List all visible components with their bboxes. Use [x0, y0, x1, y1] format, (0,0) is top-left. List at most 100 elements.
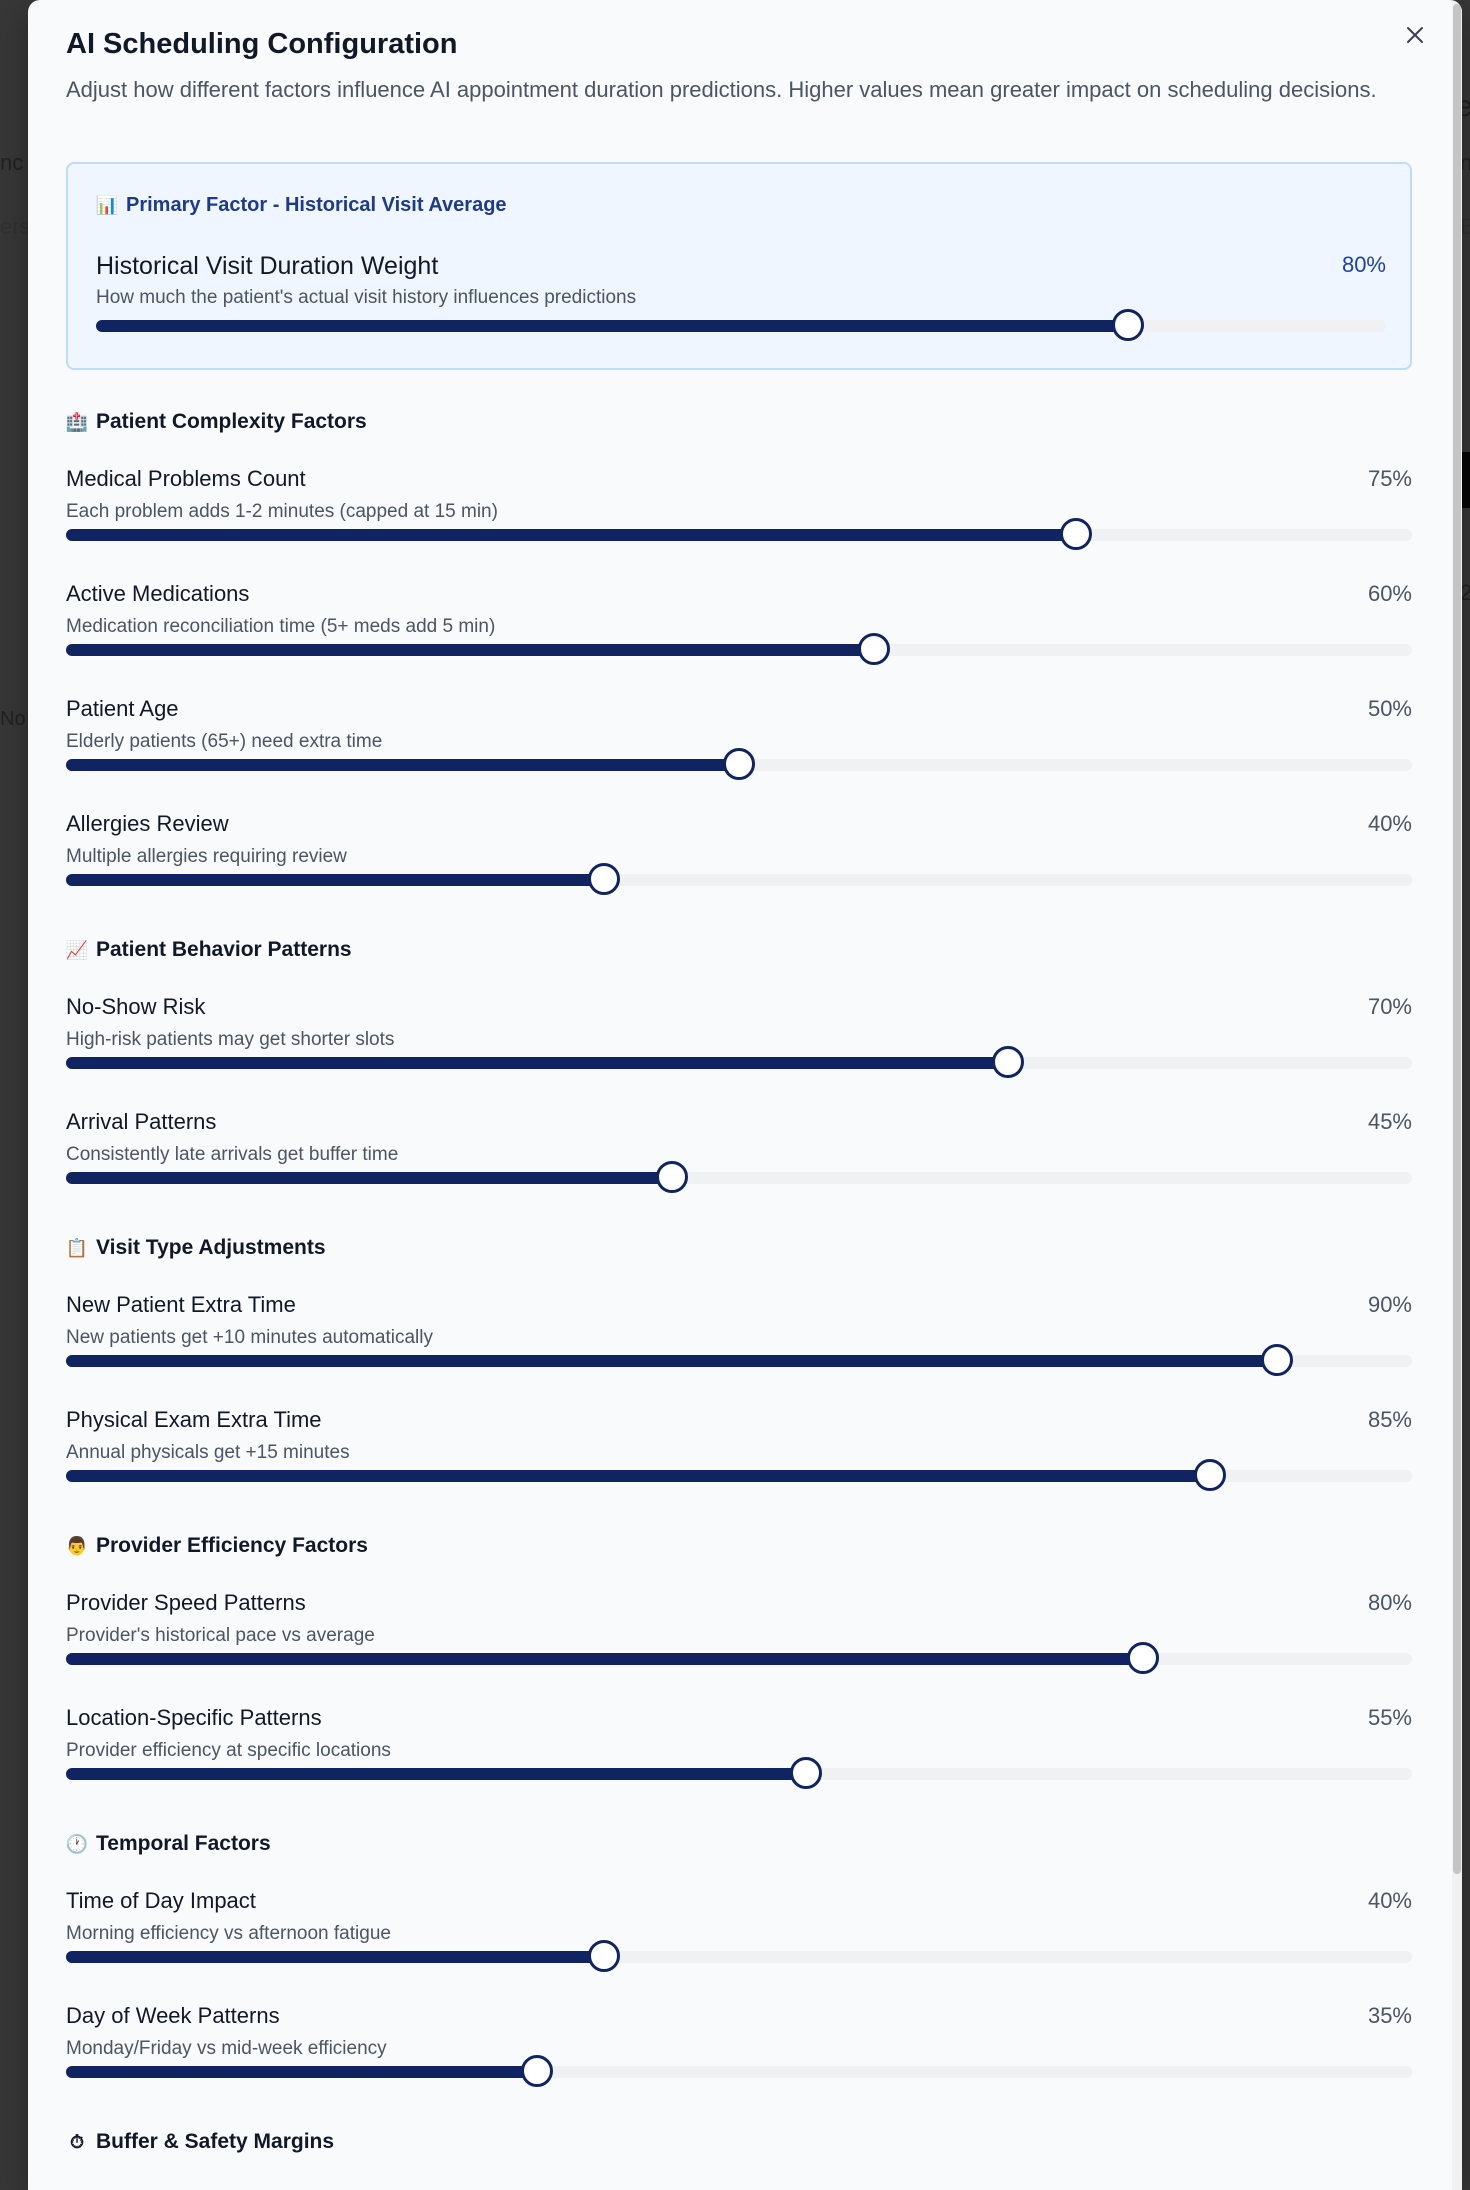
factor-name: Historical Visit Duration Weight — [96, 252, 439, 280]
slider-thumb[interactable] — [992, 1046, 1025, 1078]
section-title: Provider Efficiency Factors — [96, 1534, 368, 1557]
slider-fill — [66, 2066, 538, 2078]
slider-thumb[interactable] — [521, 2055, 554, 2087]
factor-name: Arrival Patterns — [66, 1109, 217, 1134]
slider-thumb[interactable] — [655, 1161, 688, 1193]
factor-allergies-review: Allergies Review 40% Multiple allergies … — [66, 811, 1412, 911]
factor-help: Monday/Friday vs mid-week efficiency — [66, 2038, 387, 2059]
factor-help: Consistently late arrivals get buffer ti… — [66, 1144, 399, 1165]
stopwatch-icon: ⏱ — [69, 2131, 85, 2153]
section-heading-buffer-safety: ⏱ Buffer & Safety Margins — [66, 2130, 334, 2154]
slider-fill — [66, 1653, 1143, 1665]
factor-help: Elderly patients (65+) need extra time — [66, 731, 383, 752]
bar-chart-icon: 📊 — [95, 195, 119, 216]
primary-factor-card: 📊 Primary Factor - Historical Visit Aver… — [66, 162, 1412, 370]
factor-value: 40% — [1367, 1888, 1412, 1913]
modal-scrollbar[interactable] — [1452, 0, 1462, 2190]
slider-fill — [66, 1470, 1211, 1482]
slider-thumb[interactable] — [1261, 1344, 1294, 1376]
slider-thumb[interactable] — [1126, 1642, 1159, 1674]
factor-value: 35% — [1367, 2003, 1412, 2028]
factor-value: 75% — [1367, 466, 1412, 491]
section-heading-patient-behavior: 📈 Patient Behavior Patterns — [66, 938, 352, 962]
section-title: Buffer & Safety Margins — [96, 2130, 335, 2153]
close-button[interactable] — [1398, 18, 1432, 52]
weight-slider[interactable] — [66, 1940, 1412, 1972]
slider-thumb[interactable] — [790, 1757, 823, 1789]
factor-value: 55% — [1367, 1705, 1412, 1730]
slider-fill — [66, 1768, 807, 1780]
factor-name: Patient Age — [66, 696, 179, 721]
weight-slider[interactable] — [66, 518, 1412, 550]
weight-slider[interactable] — [96, 309, 1386, 341]
slider-fill — [66, 759, 739, 771]
weight-slider[interactable] — [66, 633, 1412, 665]
factor-help: Medication reconciliation time (5+ meds … — [66, 616, 496, 637]
section-heading-temporal: 🕐 Temporal Factors — [66, 1832, 271, 1856]
weight-slider[interactable] — [66, 1046, 1412, 1078]
factor-day-of-week-patterns: Day of Week Patterns 35% Monday/Friday v… — [66, 2003, 1412, 2103]
factor-help: Annual physicals get +15 minutes — [66, 1442, 350, 1463]
section-title: Patient Behavior Patterns — [96, 938, 352, 961]
factor-name: No-Show Risk — [66, 994, 206, 1019]
close-icon — [1407, 27, 1423, 43]
factor-historical-visit-duration: Historical Visit Duration Weight 80% How… — [96, 252, 1386, 352]
section-title: Visit Type Adjustments — [96, 1236, 326, 1259]
factor-name: Medical Problems Count — [66, 466, 306, 491]
factor-time-of-day-impact: Time of Day Impact 40% Morning efficienc… — [66, 1888, 1412, 1988]
factor-physical-exam-extra-time: Physical Exam Extra Time 85% Annual phys… — [66, 1407, 1412, 1507]
weight-slider[interactable] — [66, 748, 1412, 780]
slider-thumb[interactable] — [723, 748, 755, 780]
weight-slider[interactable] — [66, 1642, 1412, 1674]
factor-help: Provider efficiency at specific location… — [66, 1740, 391, 1761]
weight-slider[interactable] — [66, 1459, 1412, 1491]
slider-fill — [66, 529, 1076, 541]
modal-title: AI Scheduling Configuration — [66, 28, 458, 60]
modal-description: Adjust how different factors influence A… — [66, 77, 1377, 102]
factor-name: Day of Week Patterns — [66, 2003, 280, 2028]
slider-thumb[interactable] — [588, 1940, 621, 1972]
hospital-icon: 🏥 — [65, 411, 89, 433]
factor-help: Multiple allergies requiring review — [66, 846, 347, 867]
slider-thumb[interactable] — [857, 633, 890, 665]
factor-help: High-risk patients may get shorter slots — [66, 1029, 395, 1050]
slider-fill — [96, 320, 1128, 332]
modal-scrollbar-thumb[interactable] — [1453, 4, 1461, 1874]
weight-slider[interactable] — [66, 1344, 1412, 1376]
weight-slider[interactable] — [66, 2055, 1412, 2087]
factor-value: 60% — [1367, 581, 1412, 606]
trend-chart-icon: 📈 — [65, 939, 89, 961]
factor-value: 80% — [1367, 1590, 1412, 1615]
factor-value: 80% — [1341, 252, 1386, 277]
weight-slider[interactable] — [66, 863, 1412, 895]
factor-active-medications: Active Medications 60% Medication reconc… — [66, 581, 1412, 681]
factor-no-show-risk: No-Show Risk 70% High-risk patients may … — [66, 994, 1412, 1094]
weight-slider[interactable] — [66, 1757, 1412, 1789]
slider-fill — [66, 644, 874, 656]
factor-value: 85% — [1367, 1407, 1412, 1432]
slider-thumb[interactable] — [1112, 309, 1144, 341]
slider-fill — [66, 874, 605, 886]
section-title: Temporal Factors — [96, 1832, 271, 1855]
factor-value: 40% — [1367, 811, 1412, 836]
section-heading-patient-complexity: 🏥 Patient Complexity Factors — [66, 410, 367, 434]
slider-thumb[interactable] — [588, 863, 621, 895]
ai-scheduling-config-modal: AI Scheduling Configuration Adjust how d… — [28, 0, 1462, 2190]
factor-value: 50% — [1367, 696, 1412, 721]
clipboard-icon: 📋 — [65, 1237, 89, 1259]
section-heading-provider-efficiency: 👨 Provider Efficiency Factors — [66, 1534, 368, 1558]
factor-help: Provider's historical pace vs average — [66, 1625, 375, 1646]
factor-name: Provider Speed Patterns — [66, 1590, 306, 1615]
slider-thumb[interactable] — [1059, 518, 1092, 550]
factor-name: Location-Specific Patterns — [66, 1705, 322, 1730]
slider-fill — [66, 1057, 1009, 1069]
factor-location-specific-patterns: Location-Specific Patterns 55% Provider … — [66, 1705, 1412, 1805]
primary-factor-title: Primary Factor - Historical Visit Averag… — [126, 194, 507, 216]
factor-name: New Patient Extra Time — [66, 1292, 296, 1317]
slider-thumb[interactable] — [1194, 1459, 1227, 1491]
factor-patient-age: Patient Age 50% Elderly patients (65+) n… — [66, 696, 1412, 796]
factor-arrival-patterns: Arrival Patterns 45% Consistently late a… — [66, 1109, 1412, 1209]
weight-slider[interactable] — [66, 1161, 1412, 1193]
slider-fill — [66, 1172, 672, 1184]
factor-help: Each problem adds 1-2 minutes (capped at… — [66, 501, 498, 522]
